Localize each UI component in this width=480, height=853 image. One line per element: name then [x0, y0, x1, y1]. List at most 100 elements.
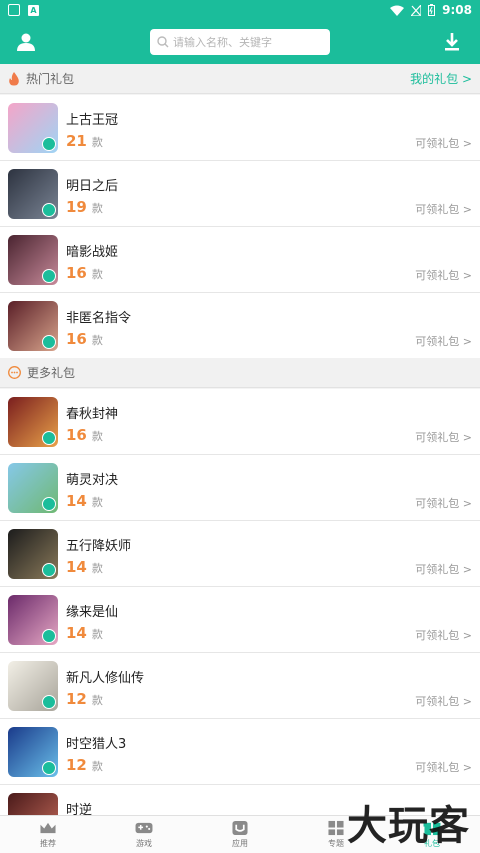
gift-count-number: 16 [66, 426, 87, 444]
gift-count-unit: 款 [91, 136, 103, 149]
gift-badge-icon [42, 761, 56, 775]
grid-icon [328, 820, 344, 836]
game-icon [8, 727, 58, 777]
game-icon [8, 463, 58, 513]
gift-count: 14 款 [66, 558, 103, 576]
status-bar: A 9:08 [0, 0, 480, 20]
claimable-gifts-link[interactable]: 可领礼包 > [415, 135, 472, 151]
wifi-icon [390, 5, 405, 16]
gift-count-unit: 款 [91, 496, 103, 509]
tab-label: 应用 [232, 839, 248, 848]
claimable-gifts-link[interactable]: 可领礼包 > [415, 561, 472, 577]
gift-badge-icon [42, 431, 56, 445]
my-gifts-link[interactable]: 我的礼包 > [410, 70, 472, 87]
tab-label: 专题 [328, 839, 344, 848]
gift-list-item[interactable]: 暗影战姬 16 款 可领礼包 > [0, 227, 480, 293]
gift-badge-icon [42, 629, 56, 643]
gift-count-unit: 款 [91, 628, 103, 641]
game-name: 春秋封神 [66, 407, 119, 422]
game-icon [8, 103, 58, 153]
gift-count-number: 14 [66, 492, 87, 510]
claimable-gifts-link[interactable]: 可领礼包 > [415, 693, 472, 709]
tab-gamepad[interactable]: 游戏 [96, 816, 192, 853]
app-notification-icon: A [28, 4, 39, 16]
status-time: 9:08 [442, 3, 472, 17]
search-box[interactable]: 请输入名称、关键字 [150, 29, 330, 55]
gift-count-unit: 款 [91, 334, 103, 347]
gift-badge-icon [42, 203, 56, 217]
tab-app[interactable]: 应用 [192, 816, 288, 853]
gift-count: 16 款 [66, 426, 103, 444]
claimable-gifts-link[interactable]: 可领礼包 > [415, 759, 472, 775]
gift-list-item[interactable]: 明日之后 19 款 可领礼包 > [0, 161, 480, 227]
hot-gifts-title: 热门礼包 [26, 72, 75, 86]
gift-badge-icon [42, 269, 56, 283]
gift-badge-icon [42, 695, 56, 709]
gift-list-item[interactable]: 缘来是仙 14 款 可领礼包 > [0, 587, 480, 653]
fire-icon [9, 71, 19, 85]
gift-count: 21 款 [66, 132, 103, 150]
gift-count-number: 14 [66, 558, 87, 576]
gift-list-item[interactable]: 春秋封神 16 款 可领礼包 > [0, 389, 480, 455]
gift-count-number: 16 [66, 330, 87, 348]
claimable-gifts-link[interactable]: 可领礼包 > [415, 495, 472, 511]
game-icon [8, 595, 58, 645]
gift-count-unit: 款 [91, 760, 103, 773]
game-name: 暗影战姬 [66, 245, 119, 260]
gift-count: 14 款 [66, 624, 103, 642]
claimable-gifts-link[interactable]: 可领礼包 > [415, 267, 472, 283]
gift-count-number: 14 [66, 624, 87, 642]
game-name: 五行降妖师 [66, 539, 132, 554]
gift-count-unit: 款 [91, 694, 103, 707]
gift-count-unit: 款 [91, 562, 103, 575]
gift-count-unit: 款 [91, 268, 103, 281]
game-name: 明日之后 [66, 179, 119, 194]
gift-list-item[interactable]: 萌灵对决 14 款 可领礼包 > [0, 455, 480, 521]
download-icon[interactable] [442, 32, 462, 52]
gift-list-item[interactable]: 新凡人修仙传 12 款 可领礼包 > [0, 653, 480, 719]
user-icon[interactable] [16, 32, 36, 52]
gift-count-unit: 款 [91, 202, 103, 215]
claimable-gifts-link[interactable]: 可领礼包 > [415, 429, 472, 445]
game-name: 萌灵对决 [66, 473, 119, 488]
game-icon [8, 301, 58, 351]
gift-list-item[interactable]: 上古王冠 21 款 可领礼包 > [0, 95, 480, 161]
more-gifts-header: 更多礼包 [0, 358, 480, 388]
gift-count: 16 款 [66, 330, 103, 348]
claimable-gifts-link[interactable]: 可领礼包 > [415, 201, 472, 217]
tab-crown[interactable]: 推荐 [0, 816, 96, 853]
gift-count-number: 21 [66, 132, 87, 150]
game-name: 时空猎人3 [66, 737, 127, 752]
gift-count: 16 款 [66, 264, 103, 282]
more-gifts-title: 更多礼包 [27, 366, 76, 380]
game-icon [8, 661, 58, 711]
game-name: 上古王冠 [66, 113, 119, 128]
gift-badge-icon [42, 497, 56, 511]
battery-icon [428, 4, 436, 16]
gift-count-number: 12 [66, 690, 87, 708]
gift-list-item[interactable]: 非匿名指令 16 款 可领礼包 > [0, 293, 480, 359]
search-placeholder: 请输入名称、关键字 [173, 36, 272, 49]
gift-list-item[interactable]: 五行降妖师 14 款 可领礼包 > [0, 521, 480, 587]
gift-badge-icon [42, 335, 56, 349]
watermark-logo: 大玩客 [347, 802, 470, 849]
more-icon [8, 366, 21, 379]
no-signal-icon [411, 4, 422, 16]
gift-count-number: 16 [66, 264, 87, 282]
gift-count: 12 款 [66, 756, 103, 774]
tab-label: 推荐 [40, 839, 56, 848]
gift-count: 19 款 [66, 198, 103, 216]
notification-icon [8, 4, 20, 16]
gift-badge-icon [42, 137, 56, 151]
game-icon [8, 169, 58, 219]
claimable-gifts-link[interactable]: 可领礼包 > [415, 627, 472, 643]
claimable-gifts-link[interactable]: 可领礼包 > [415, 333, 472, 349]
search-icon [157, 36, 169, 48]
gift-count: 12 款 [66, 690, 103, 708]
tab-label: 游戏 [136, 839, 152, 848]
hot-gifts-header: 热门礼包 我的礼包 > [0, 64, 480, 94]
gift-count: 14 款 [66, 492, 103, 510]
gift-count-number: 19 [66, 198, 87, 216]
gift-badge-icon [42, 563, 56, 577]
gift-list-item[interactable]: 时空猎人3 12 款 可领礼包 > [0, 719, 480, 785]
